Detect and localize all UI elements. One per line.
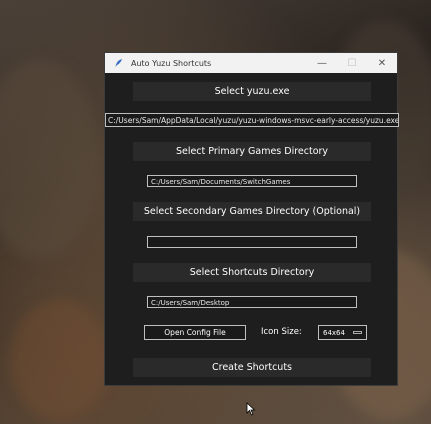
select-primary-directory-button[interactable]: Select Primary Games Directory bbox=[133, 142, 371, 161]
icon-size-value: 64x64 bbox=[323, 328, 345, 337]
wallpaper-shape bbox=[0, 60, 100, 260]
secondary-directory-field[interactable] bbox=[147, 236, 357, 248]
window-title: Auto Yuzu Shortcuts bbox=[131, 58, 212, 68]
minimize-button[interactable]: — bbox=[307, 53, 337, 73]
close-button[interactable]: ✕ bbox=[367, 53, 397, 73]
dropdown-arrow-icon bbox=[353, 331, 362, 334]
yuzu-path-field[interactable]: C:/Users/Sam/AppData/Local/yuzu/yuzu-win… bbox=[105, 113, 399, 127]
title-bar: Auto Yuzu Shortcuts — ☐ ✕ bbox=[105, 53, 397, 73]
shortcuts-directory-field[interactable]: C:/Users/Sam/Desktop bbox=[147, 296, 357, 308]
wallpaper-shape bbox=[10, 300, 110, 420]
icon-size-label: Icon Size: bbox=[261, 327, 302, 337]
mouse-pointer-icon bbox=[246, 401, 256, 420]
create-shortcuts-button[interactable]: Create Shortcuts bbox=[133, 358, 371, 377]
app-window: Auto Yuzu Shortcuts — ☐ ✕ Select yuzu.ex… bbox=[104, 52, 399, 386]
open-config-file-button[interactable]: Open Config File bbox=[144, 325, 246, 340]
select-yuzu-button[interactable]: Select yuzu.exe bbox=[133, 82, 371, 101]
select-secondary-directory-button[interactable]: Select Secondary Games Directory (Option… bbox=[133, 202, 371, 221]
feather-icon bbox=[113, 57, 125, 69]
maximize-button[interactable]: ☐ bbox=[337, 53, 367, 73]
icon-size-select[interactable]: 64x64 bbox=[318, 325, 367, 340]
primary-directory-field[interactable]: C:/Users/Sam/Documents/SwitchGames bbox=[147, 175, 357, 187]
select-shortcuts-directory-button[interactable]: Select Shortcuts Directory bbox=[133, 263, 371, 282]
